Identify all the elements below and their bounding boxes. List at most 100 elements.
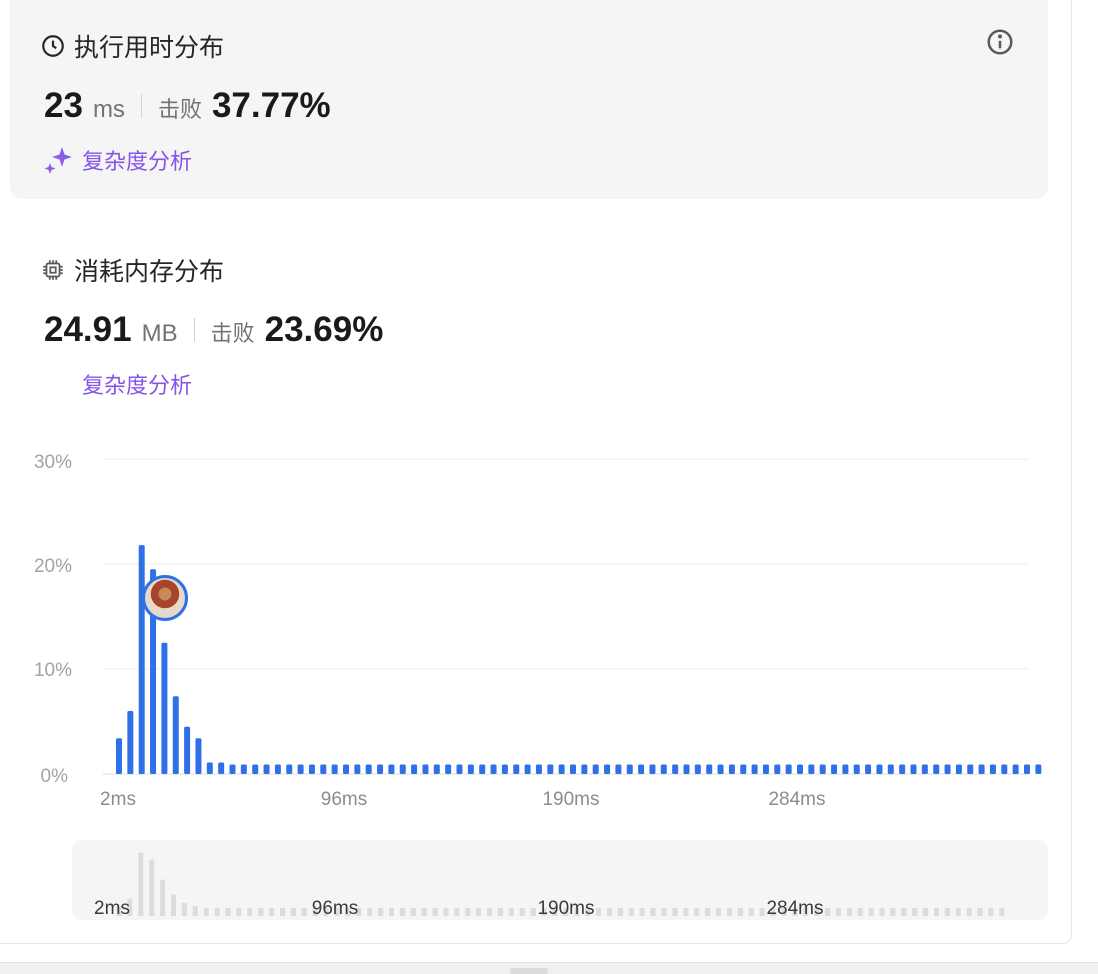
runtime-bar[interactable] <box>581 764 588 774</box>
runtime-bar[interactable] <box>490 764 497 774</box>
runtime-bar[interactable] <box>286 764 293 774</box>
runtime-bar[interactable] <box>547 764 554 774</box>
runtime-bar[interactable] <box>331 764 338 774</box>
runtime-bar[interactable] <box>240 764 247 774</box>
overview-bar <box>171 894 176 916</box>
runtime-bar[interactable] <box>706 764 713 774</box>
runtime-bar[interactable] <box>853 764 860 774</box>
runtime-bar[interactable] <box>740 764 747 774</box>
runtime-bar[interactable] <box>433 764 440 774</box>
runtime-bar[interactable] <box>127 711 134 774</box>
runtime-bar[interactable] <box>683 764 690 774</box>
runtime-bar[interactable] <box>785 764 792 774</box>
runtime-bar[interactable] <box>944 764 951 774</box>
runtime-bar[interactable] <box>649 764 656 774</box>
runtime-bar[interactable] <box>252 764 259 774</box>
overview-bar <box>138 852 144 916</box>
runtime-bar[interactable] <box>1024 764 1030 774</box>
overview-bar <box>999 908 1005 916</box>
overview-bar <box>236 908 242 916</box>
runtime-bar[interactable] <box>308 764 315 774</box>
runtime-bar[interactable] <box>887 764 894 774</box>
overview-bar <box>628 908 634 916</box>
runtime-bar[interactable] <box>1035 764 1042 774</box>
runtime-bar[interactable] <box>377 764 384 774</box>
runtime-bar[interactable] <box>161 642 168 774</box>
runtime-bar[interactable] <box>717 764 724 774</box>
runtime-bar[interactable] <box>933 764 940 774</box>
overview-bar <box>825 908 830 916</box>
runtime-bar[interactable] <box>456 764 463 774</box>
runtime-bar[interactable] <box>831 764 838 774</box>
runtime-bar[interactable] <box>899 764 906 774</box>
runtime-bar[interactable] <box>297 764 304 774</box>
runtime-bar[interactable] <box>842 764 849 774</box>
runtime-bar[interactable] <box>388 764 395 774</box>
overview-bar <box>672 908 678 916</box>
runtime-bar[interactable] <box>184 726 191 774</box>
runtime-bar[interactable] <box>626 764 633 774</box>
runtime-bar[interactable] <box>354 764 361 774</box>
chart-overview[interactable]: 2ms 96ms 190ms 284ms <box>72 840 1048 920</box>
runtime-bar[interactable] <box>399 764 406 774</box>
runtime-bar[interactable] <box>615 764 622 774</box>
runtime-bar[interactable] <box>660 764 667 774</box>
runtime-bar[interactable] <box>422 764 429 774</box>
runtime-bar[interactable] <box>865 764 872 774</box>
overview-bar <box>890 908 896 916</box>
runtime-bar[interactable] <box>524 764 531 774</box>
runtime-bar[interactable] <box>876 764 883 774</box>
runtime-bar[interactable] <box>320 764 327 774</box>
runtime-bar[interactable] <box>445 764 452 774</box>
runtime-bar[interactable] <box>1012 764 1019 774</box>
runtime-bar[interactable] <box>774 764 781 774</box>
runtime-bar[interactable] <box>138 545 145 774</box>
runtime-bar[interactable] <box>206 762 213 774</box>
runtime-bar[interactable] <box>479 764 486 774</box>
runtime-bar[interactable] <box>819 764 826 774</box>
runtime-bar[interactable] <box>910 764 917 774</box>
user-avatar[interactable] <box>142 575 188 621</box>
runtime-distribution-chart[interactable] <box>0 0 1098 974</box>
runtime-bar[interactable] <box>274 764 281 774</box>
runtime-bar[interactable] <box>672 764 679 774</box>
runtime-bar[interactable] <box>535 764 542 774</box>
overview-bar <box>389 908 394 916</box>
runtime-bar[interactable] <box>638 764 645 774</box>
runtime-bar[interactable] <box>955 764 962 774</box>
runtime-bar[interactable] <box>172 696 179 774</box>
runtime-bar[interactable] <box>797 764 803 774</box>
runtime-bar[interactable] <box>989 764 996 774</box>
overview-bar <box>955 908 961 916</box>
runtime-bar[interactable] <box>513 764 520 774</box>
runtime-bar[interactable] <box>808 764 815 774</box>
runtime-bar[interactable] <box>501 764 508 774</box>
runtime-bar[interactable] <box>411 764 418 774</box>
overview-bar <box>280 908 285 916</box>
runtime-bar[interactable] <box>1001 764 1008 774</box>
runtime-bar[interactable] <box>467 764 474 774</box>
runtime-bar[interactable] <box>343 764 349 774</box>
runtime-bar[interactable] <box>558 764 565 774</box>
runtime-bar[interactable] <box>978 764 985 774</box>
overview-bar <box>901 908 907 916</box>
runtime-bar[interactable] <box>728 764 735 774</box>
runtime-bar[interactable] <box>762 764 769 774</box>
runtime-bar[interactable] <box>365 764 372 774</box>
runtime-bar[interactable] <box>570 764 576 774</box>
runtime-bar[interactable] <box>604 764 611 774</box>
overview-bar <box>487 908 493 916</box>
runtime-bar[interactable] <box>195 738 202 774</box>
runtime-bar[interactable] <box>751 764 758 774</box>
runtime-bar[interactable] <box>967 764 974 774</box>
runtime-bar[interactable] <box>694 764 701 774</box>
runtime-bar[interactable] <box>116 738 122 774</box>
runtime-bar[interactable] <box>263 764 270 774</box>
runtime-bar[interactable] <box>218 762 225 774</box>
runtime-bar[interactable] <box>592 764 599 774</box>
overview-bar <box>944 908 950 916</box>
runtime-bar[interactable] <box>921 764 928 774</box>
overview-bar <box>160 879 166 916</box>
runtime-bar[interactable] <box>229 764 236 774</box>
resize-handle[interactable] <box>510 968 548 974</box>
